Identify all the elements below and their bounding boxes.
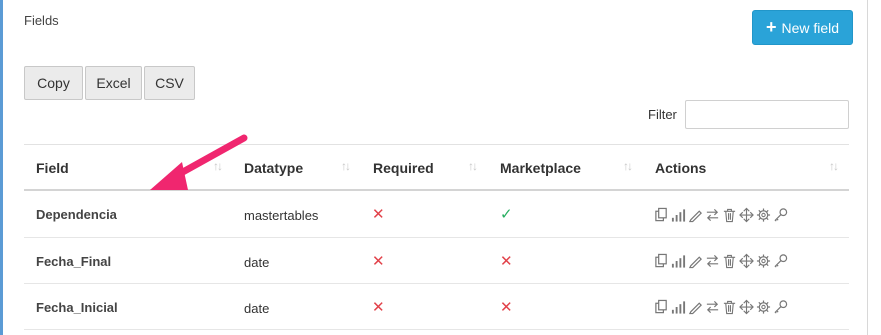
pencil-icon[interactable] bbox=[688, 253, 703, 269]
row-actions bbox=[654, 299, 788, 315]
exchange-icon[interactable] bbox=[705, 207, 720, 223]
move-icon[interactable] bbox=[739, 253, 754, 269]
panel-title: Fields bbox=[24, 13, 59, 28]
required-cross-icon: ✕ bbox=[372, 206, 385, 223]
field-name-cell: Fecha_Inicial bbox=[36, 300, 118, 315]
column-header-actions[interactable]: Actions bbox=[655, 160, 706, 176]
export-button-group: Copy Excel CSV bbox=[24, 66, 197, 100]
sort-icon[interactable]: ↑↓ bbox=[829, 159, 839, 173]
pencil-icon[interactable] bbox=[688, 207, 703, 223]
trash-icon[interactable] bbox=[722, 299, 737, 315]
sort-icon[interactable]: ↑↓ bbox=[468, 159, 478, 173]
datatype-cell: date bbox=[244, 301, 270, 316]
gear-icon[interactable] bbox=[756, 253, 771, 269]
required-cross-icon: ✕ bbox=[372, 299, 385, 316]
trash-icon[interactable] bbox=[722, 207, 737, 223]
row-actions bbox=[654, 207, 788, 223]
datatype-cell: mastertables bbox=[244, 208, 319, 223]
exchange-icon[interactable] bbox=[705, 299, 720, 315]
column-header-required[interactable]: Required bbox=[373, 160, 434, 176]
plus-icon: + bbox=[765, 17, 777, 37]
marketplace-cross-icon: ✕ bbox=[500, 253, 513, 270]
copy-icon[interactable] bbox=[654, 299, 669, 315]
gear-icon[interactable] bbox=[756, 299, 771, 315]
new-field-button[interactable]: + New field bbox=[752, 10, 853, 45]
column-header-marketplace[interactable]: Marketplace bbox=[500, 160, 581, 176]
copy-icon[interactable] bbox=[654, 207, 669, 223]
row-divider bbox=[24, 283, 849, 284]
csv-button[interactable]: CSV bbox=[144, 66, 195, 100]
panel-left-border bbox=[0, 0, 3, 335]
gear-icon[interactable] bbox=[756, 207, 771, 223]
row-actions bbox=[654, 253, 788, 269]
copy-icon[interactable] bbox=[654, 253, 669, 269]
filter-input[interactable] bbox=[685, 100, 849, 129]
sort-icon[interactable]: ↑↓ bbox=[341, 159, 351, 173]
new-field-label: New field bbox=[781, 19, 840, 36]
move-icon[interactable] bbox=[739, 207, 754, 223]
signal-bars-icon[interactable] bbox=[671, 299, 686, 315]
excel-button[interactable]: Excel bbox=[85, 66, 142, 100]
filter-label: Filter bbox=[648, 107, 677, 122]
annotation-arrow-icon bbox=[150, 134, 248, 190]
datatype-cell: date bbox=[244, 255, 270, 270]
column-header-field[interactable]: Field bbox=[36, 160, 69, 176]
key-icon[interactable] bbox=[773, 299, 788, 315]
signal-bars-icon[interactable] bbox=[671, 207, 686, 223]
row-divider bbox=[24, 237, 849, 238]
key-icon[interactable] bbox=[773, 253, 788, 269]
marketplace-check-icon: ✓ bbox=[500, 206, 513, 223]
row-divider bbox=[24, 329, 849, 330]
required-cross-icon: ✕ bbox=[372, 253, 385, 270]
exchange-icon[interactable] bbox=[705, 253, 720, 269]
move-icon[interactable] bbox=[739, 299, 754, 315]
field-name-cell: Fecha_Final bbox=[36, 254, 112, 269]
marketplace-cross-icon: ✕ bbox=[500, 299, 513, 316]
sort-icon[interactable]: ↑↓ bbox=[623, 159, 633, 173]
trash-icon[interactable] bbox=[722, 253, 737, 269]
signal-bars-icon[interactable] bbox=[671, 253, 686, 269]
panel-right-border bbox=[867, 0, 868, 335]
copy-button[interactable]: Copy bbox=[24, 66, 83, 100]
key-icon[interactable] bbox=[773, 207, 788, 223]
pencil-icon[interactable] bbox=[688, 299, 703, 315]
field-name-cell: Dependencia bbox=[36, 207, 117, 222]
